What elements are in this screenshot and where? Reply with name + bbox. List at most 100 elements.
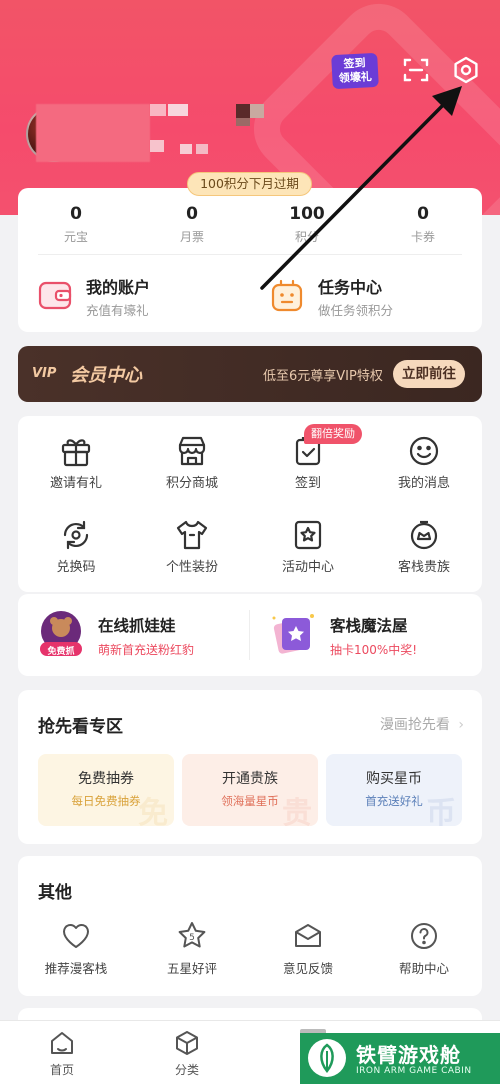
comic-preview-link[interactable]: 漫画抢先看 ›	[380, 714, 464, 734]
promo-title: 在线抓娃娃	[98, 617, 176, 635]
nickname-mosaic-block	[250, 104, 264, 118]
my-account-subtitle: 充值有壕礼	[86, 303, 149, 318]
noble-icon	[410, 520, 438, 550]
grid-item-messages[interactable]: 我的消息	[374, 434, 474, 491]
watermark-logo	[308, 1039, 346, 1077]
stat-label: 积分	[294, 230, 319, 244]
grid-item-outfit[interactable]: 个性装扮	[142, 518, 242, 575]
stat-value: 0	[70, 204, 82, 224]
my-account-title: 我的账户	[86, 278, 151, 297]
task-center-subtitle: 做任务领积分	[318, 303, 394, 318]
tab-category[interactable]: 分类	[147, 1029, 227, 1078]
grid-label: 个性装扮	[165, 560, 218, 575]
tile-title: 购买星币	[366, 771, 422, 787]
grid-label: 活动中心	[281, 560, 334, 575]
message-icon	[409, 436, 439, 466]
section-title: 其他	[38, 883, 72, 903]
task-center-entry[interactable]: 任务中心 做任务领积分	[270, 272, 470, 318]
task-robot-icon	[271, 279, 303, 312]
nickname-mosaic-block	[180, 144, 192, 154]
stat-monthly-ticket[interactable]: 0 月票	[152, 202, 232, 245]
chevron-right-icon: ›	[458, 717, 464, 733]
vip-description: 低至6元尊享VIP特权	[263, 369, 383, 384]
stat-coupons[interactable]: 0 卡券	[383, 202, 463, 245]
grid-label: 签到	[294, 476, 321, 491]
vip-logo: VIP	[32, 366, 57, 381]
svg-text:5: 5	[189, 933, 195, 943]
grid-label: 兑换码	[56, 560, 96, 575]
help-icon	[411, 923, 437, 949]
stat-label: 卡券	[410, 230, 435, 244]
stat-value: 100	[289, 204, 325, 224]
leaf-icon	[320, 1043, 334, 1074]
grid-label: 邀请有礼	[49, 476, 102, 491]
heart-icon	[62, 923, 90, 948]
feature-grid: 邀请有礼 积分商城 签到 我的消息 翻倍奖励 兑换码 个性装扮 活动中心 客栈贵…	[18, 416, 482, 592]
nickname-mosaic-block	[236, 104, 250, 118]
wallet-icon	[38, 281, 72, 310]
tile-subtitle: 首充送好礼	[365, 794, 423, 808]
promo-subtitle: 萌新首充送粉红豹	[98, 643, 195, 657]
tile-buy-coins[interactable]: 购买星币 首充送好礼 币	[326, 754, 462, 826]
tile-title: 免费抽券	[78, 771, 134, 787]
promo-claw-machine[interactable]: 免费抓 在线抓娃娃 萌新首充送粉红豹	[36, 594, 242, 676]
grid-item-points-store[interactable]: 积分商城	[142, 434, 242, 491]
promo-divider	[249, 610, 250, 660]
checkin-reward-button[interactable]: 签到 领壕礼	[331, 52, 379, 90]
watermark-title: 铁臂游戏舱	[356, 1043, 461, 1067]
stat-yuanbao[interactable]: 0 元宝	[36, 202, 116, 245]
tile-title: 开通贵族	[222, 771, 278, 787]
grid-label: 客栈贵族	[397, 560, 450, 575]
my-account-entry[interactable]: 我的账户 充值有壕礼	[38, 272, 238, 318]
tab-label: 分类	[174, 1063, 199, 1077]
watermark-subtitle: IRON ARM GAME CABIN	[356, 1066, 472, 1076]
section-title: 抢先看专区	[38, 717, 123, 737]
grid-item-noble[interactable]: 客栈贵族	[374, 518, 474, 575]
gift-icon	[61, 439, 91, 467]
star-icon: 5	[178, 922, 206, 948]
username-mosaic	[36, 104, 150, 162]
magic-card-icon	[272, 614, 314, 654]
tab-label: 首页	[49, 1063, 74, 1077]
nickname-mosaic-block	[196, 144, 208, 154]
stat-value: 0	[417, 204, 429, 224]
other-item-help[interactable]: 帮助中心	[374, 920, 474, 977]
other-item-recommend[interactable]: 推荐漫客栈	[26, 920, 126, 977]
checkin-line2: 领壕礼	[338, 70, 373, 85]
vip-title: 会员中心	[70, 365, 142, 386]
tab-home[interactable]: 首页	[22, 1029, 102, 1078]
stats-card: 0 元宝 0 月票 100 积分 0 卡券 我的账户 充值有壕礼 任务中心 做任…	[18, 188, 482, 332]
vip-go-button[interactable]: 立即前往	[393, 360, 465, 388]
promo-card: 免费抓 在线抓娃娃 萌新首充送粉红豹 客栈魔法屋 抽卡100%中奖!	[18, 594, 482, 676]
other-label: 五星好评	[166, 961, 217, 976]
nickname-mosaic	[150, 104, 166, 116]
stat-value: 0	[186, 204, 198, 224]
nickname-mosaic-block	[236, 118, 250, 126]
grid-item-redeem[interactable]: 兑换码	[26, 518, 126, 575]
settings-icon[interactable]	[451, 55, 481, 85]
tile-open-noble[interactable]: 开通贵族 领海量星币 贵	[182, 754, 318, 826]
scan-icon[interactable]	[402, 56, 430, 84]
redeem-icon	[63, 520, 89, 550]
stat-label: 元宝	[63, 230, 88, 244]
other-item-feedback[interactable]: 意见反馈	[258, 920, 358, 977]
outfit-icon	[176, 520, 208, 550]
first-look-section: 抢先看专区 漫画抢先看 › 免费抽券 每日免费抽券 免 开通贵族 领海量星币 贵…	[18, 690, 482, 844]
stat-points[interactable]: 100 积分	[267, 202, 347, 245]
promo-magic-house[interactable]: 客栈魔法屋 抽卡100%中奖!	[268, 594, 474, 676]
grid-item-invite[interactable]: 邀请有礼	[26, 434, 126, 491]
nickname-mosaic-block	[168, 104, 188, 116]
category-icon	[176, 1031, 198, 1055]
other-label: 帮助中心	[398, 961, 449, 976]
tile-free-coupon[interactable]: 免费抽券 每日免费抽券 免	[38, 754, 174, 826]
other-label: 意见反馈	[282, 961, 333, 976]
claw-badge-text: 免费抓	[47, 647, 75, 657]
grid-item-activity[interactable]: 活动中心	[258, 518, 358, 575]
tile-subtitle: 每日免费抽券	[71, 794, 141, 808]
stat-label: 月票	[179, 230, 204, 244]
other-section: 其他 推荐漫客栈 5 五星好评 意见反馈 帮助中心	[18, 856, 482, 996]
grid-label: 积分商城	[165, 476, 218, 491]
feedback-icon	[295, 924, 321, 947]
other-item-rating[interactable]: 5 五星好评	[142, 920, 242, 977]
vip-center-banner[interactable]: VIP 会员中心 低至6元尊享VIP特权 立即前往	[18, 346, 482, 402]
